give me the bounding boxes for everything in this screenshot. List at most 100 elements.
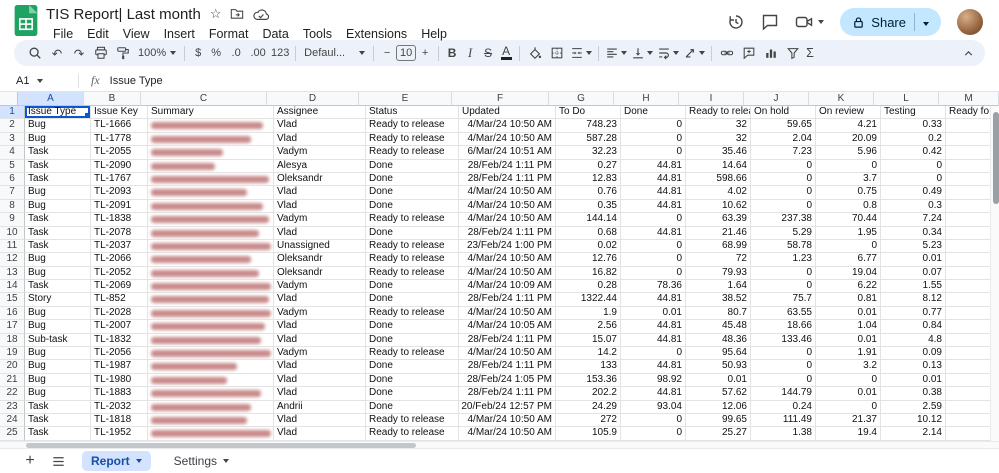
cell-done[interactable]: 0 [621, 119, 686, 132]
format-percent-button[interactable]: % [207, 42, 225, 64]
cell-todo[interactable]: 0.27 [556, 160, 621, 173]
cell-on-hold[interactable]: 0.24 [751, 401, 816, 414]
cell-on-hold[interactable]: 133.46 [751, 334, 816, 347]
cell-status[interactable]: Ready to release [366, 119, 459, 132]
cell-updated[interactable]: 28/Feb/24 1:11 PM [459, 160, 556, 173]
cell-status[interactable]: Ready to release [366, 307, 459, 320]
cell-on-hold[interactable]: 144.79 [751, 387, 816, 400]
cell-assignee[interactable]: Vlad [274, 427, 366, 440]
header-cell-updated[interactable]: Updated [459, 106, 556, 119]
cell-on-hold[interactable]: 0 [751, 200, 816, 213]
cell-issue-key[interactable]: TL-2052 [91, 267, 148, 280]
cell-summary[interactable] [148, 253, 274, 266]
cell-assignee[interactable]: Alesya [274, 160, 366, 173]
cell-assignee[interactable]: Vlad [274, 387, 366, 400]
create-filter-button[interactable] [782, 42, 804, 64]
cell-updated[interactable]: 4/Mar/24 10:50 AM [459, 307, 556, 320]
cell-summary[interactable] [148, 401, 274, 414]
header-cell-on-hold[interactable]: On hold [751, 106, 816, 119]
cell-todo[interactable]: 202.2 [556, 387, 621, 400]
cell-assignee[interactable]: Vadym [274, 213, 366, 226]
row-number[interactable]: 1 [0, 106, 25, 119]
cell-on-review[interactable]: 0.01 [816, 307, 881, 320]
row-number[interactable]: 3 [0, 133, 25, 146]
cell-summary[interactable] [148, 133, 274, 146]
comments-icon[interactable] [761, 13, 779, 31]
cell-on-review[interactable]: 0.8 [816, 200, 881, 213]
cell-on-hold[interactable]: 75.7 [751, 293, 816, 306]
text-wrap-button[interactable] [655, 46, 681, 60]
cell-assignee[interactable]: Vlad [274, 200, 366, 213]
cell-done[interactable]: 0 [621, 146, 686, 159]
cell-assignee[interactable]: Vlad [274, 320, 366, 333]
cell-done[interactable]: 0 [621, 133, 686, 146]
share-button[interactable]: Share [840, 8, 941, 36]
cell-updated[interactable]: 28/Feb/24 1:11 PM [459, 334, 556, 347]
cell-testing[interactable]: 1.55 [881, 280, 946, 293]
row-number[interactable]: 10 [0, 227, 25, 240]
row-number[interactable]: 18 [0, 334, 25, 347]
cell-assignee[interactable]: Vlad [274, 227, 366, 240]
menu-file[interactable]: File [46, 27, 80, 41]
cell-testing[interactable]: 2.59 [881, 401, 946, 414]
sheet-tab-report[interactable]: Report [82, 451, 151, 471]
cell-issue-type[interactable]: Bug [25, 374, 91, 387]
cell-summary[interactable] [148, 200, 274, 213]
menu-extensions[interactable]: Extensions [339, 27, 414, 41]
formula-input[interactable]: Issue Type [110, 75, 163, 87]
cell-assignee[interactable]: Vlad [274, 360, 366, 373]
cell-summary[interactable] [148, 347, 274, 360]
redo-button[interactable]: ↷ [68, 42, 90, 64]
cell-assignee[interactable]: Vlad [274, 414, 366, 427]
cell-assignee[interactable]: Vlad [274, 334, 366, 347]
cell-status[interactable]: Done [366, 280, 459, 293]
row-number[interactable]: 21 [0, 374, 25, 387]
cell-issue-key[interactable]: TL-1838 [91, 213, 148, 226]
cell-issue-key[interactable]: TL-2007 [91, 320, 148, 333]
cell-done[interactable]: 44.81 [621, 186, 686, 199]
cell-todo[interactable]: 14.2 [556, 347, 621, 360]
cell-issue-type[interactable]: Bug [25, 119, 91, 132]
row-number[interactable]: 20 [0, 360, 25, 373]
header-cell-on-review[interactable]: On review [816, 106, 881, 119]
cell-assignee[interactable]: Oleksandr [274, 173, 366, 186]
column-header-k[interactable]: K [809, 92, 874, 106]
cell-on-review[interactable]: 19.04 [816, 267, 881, 280]
cell-todo[interactable]: 105.9 [556, 427, 621, 440]
cell-on-review[interactable]: 0 [816, 160, 881, 173]
cell-on-hold[interactable]: 0 [751, 173, 816, 186]
cell-ready-to-release[interactable]: 14.64 [686, 160, 751, 173]
cell-assignee[interactable]: Vadym [274, 280, 366, 293]
row-number[interactable]: 13 [0, 267, 25, 280]
insert-chart-button[interactable] [760, 42, 782, 64]
cell-summary[interactable] [148, 320, 274, 333]
cell-status[interactable]: Done [366, 200, 459, 213]
cell-ready-to-release[interactable]: 68.99 [686, 240, 751, 253]
cell-ready-to-release[interactable]: 32 [686, 119, 751, 132]
cell-updated[interactable]: 28/Feb/24 1:11 PM [459, 227, 556, 240]
cell-ready-to-release[interactable]: 50.93 [686, 360, 751, 373]
cell-ready-to-release[interactable]: 25.27 [686, 427, 751, 440]
cell-on-hold[interactable]: 0 [751, 267, 816, 280]
cell-ready-to-release[interactable]: 45.48 [686, 320, 751, 333]
cell-ready-to-release[interactable]: 21.46 [686, 227, 751, 240]
cell-status[interactable]: Ready to release [366, 213, 459, 226]
cell-updated[interactable]: 28/Feb/24 1:05 PM [459, 374, 556, 387]
cell-testing[interactable]: 0.33 [881, 119, 946, 132]
cell-assignee[interactable]: Andrii [274, 401, 366, 414]
cell-summary[interactable] [148, 240, 274, 253]
cell-ready-to-release[interactable]: 38.52 [686, 293, 751, 306]
cell-updated[interactable]: 4/Mar/24 10:50 AM [459, 253, 556, 266]
cell-on-review[interactable]: 1.91 [816, 347, 881, 360]
star-icon[interactable]: ☆ [210, 7, 222, 21]
header-cell-testing[interactable]: Testing [881, 106, 946, 119]
cell-testing[interactable]: 0.34 [881, 227, 946, 240]
cell-updated[interactable]: 4/Mar/24 10:50 AM [459, 427, 556, 440]
cell-on-hold[interactable]: 59.65 [751, 119, 816, 132]
cell-issue-key[interactable]: TL-852 [91, 293, 148, 306]
cell-ready-to-release[interactable]: 4.02 [686, 186, 751, 199]
cell-issue-type[interactable]: Bug [25, 320, 91, 333]
cell-issue-type[interactable]: Task [25, 427, 91, 440]
cell-updated[interactable]: 20/Feb/24 12:57 PM [459, 401, 556, 414]
cell-updated[interactable]: 6/Mar/24 10:51 AM [459, 146, 556, 159]
